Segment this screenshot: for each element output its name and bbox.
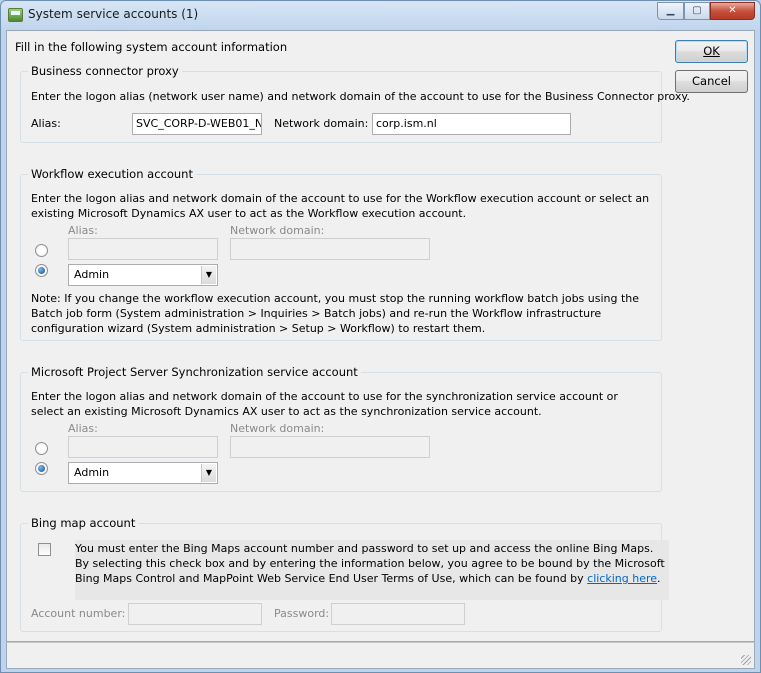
project-server-alias-input[interactable] xyxy=(68,436,218,458)
network-domain-input[interactable]: corp.ism.nl xyxy=(372,113,571,135)
project-server-manual-radio[interactable] xyxy=(35,442,48,455)
workflow-manual-radio[interactable] xyxy=(35,244,48,257)
password-label: Password: xyxy=(274,607,330,620)
title-bar[interactable]: System service accounts (1) ▁ ▢ ✕ xyxy=(1,1,760,29)
project-server-alias-label: Alias: xyxy=(68,422,98,435)
project-server-group: Microsoft Project Server Synchronization… xyxy=(20,365,662,492)
maximize-button[interactable]: ▢ xyxy=(684,2,710,20)
bing-agreement-body: You must enter the Bing Maps account num… xyxy=(75,542,665,585)
workflow-domain-label: Network domain: xyxy=(230,224,325,237)
workflow-domain-input[interactable] xyxy=(230,238,430,260)
bing-map-group: Bing map account You must enter the Bing… xyxy=(20,516,669,632)
workflow-alias-input[interactable] xyxy=(68,238,218,260)
bing-agreement-checkbox[interactable] xyxy=(38,543,51,556)
ok-button[interactable]: OK xyxy=(675,40,748,63)
bing-agreement-panel: You must enter the Bing Maps account num… xyxy=(75,540,669,600)
account-number-input[interactable] xyxy=(128,603,262,625)
close-button[interactable]: ✕ xyxy=(710,2,755,20)
workflow-note: Note: If you change the workflow executi… xyxy=(31,292,640,335)
dialog-window: System service accounts (1) ▁ ▢ ✕ Fill i… xyxy=(0,0,761,673)
chevron-down-icon[interactable]: ▼ xyxy=(201,266,216,284)
app-icon xyxy=(8,8,23,22)
workflow-description: Enter the logon alias and network domain… xyxy=(31,192,650,220)
workflow-user-select[interactable]: Admin ▼ xyxy=(68,264,218,286)
project-server-domain-input[interactable] xyxy=(230,436,430,458)
workflow-group: Workflow execution account Enter the log… xyxy=(20,167,662,341)
business-connector-legend: Business connector proxy xyxy=(28,64,182,78)
project-server-user-radio[interactable] xyxy=(35,462,48,475)
dialog-body: Fill in the following system account inf… xyxy=(6,30,755,642)
workflow-alias-label: Alias: xyxy=(68,224,98,237)
window-title: System service accounts (1) xyxy=(28,7,199,21)
intro-text: Fill in the following system account inf… xyxy=(15,40,288,54)
bing-agreement-end: . xyxy=(657,572,661,585)
business-connector-group: Business connector proxy Enter the logon… xyxy=(20,64,690,143)
workflow-user-value: Admin xyxy=(74,268,110,281)
minimize-button[interactable]: ▁ xyxy=(657,2,684,20)
project-server-legend: Microsoft Project Server Synchronization… xyxy=(28,365,361,379)
project-server-user-value: Admin xyxy=(74,466,110,479)
project-server-domain-label: Network domain: xyxy=(230,422,325,435)
password-input[interactable] xyxy=(331,603,465,625)
account-number-label: Account number: xyxy=(31,607,126,620)
workflow-legend: Workflow execution account xyxy=(28,167,196,181)
ok-button-label: OK xyxy=(703,44,720,58)
alias-label: Alias: xyxy=(31,117,61,130)
bing-terms-link[interactable]: clicking here xyxy=(587,572,657,585)
project-server-description: Enter the logon alias and network domain… xyxy=(31,390,618,418)
workflow-user-radio[interactable] xyxy=(35,264,48,277)
bing-map-legend: Bing map account xyxy=(28,516,139,530)
network-domain-label: Network domain: xyxy=(274,117,369,130)
status-bar xyxy=(6,642,755,669)
project-server-user-select[interactable]: Admin ▼ xyxy=(68,462,218,484)
alias-input[interactable]: SVC_CORP-D-WEB01_N xyxy=(132,113,262,135)
business-connector-description: Enter the logon alias (network user name… xyxy=(31,90,690,103)
resize-grip-icon[interactable] xyxy=(741,655,751,665)
chevron-down-icon[interactable]: ▼ xyxy=(201,464,216,482)
bing-agreement-text: You must enter the Bing Maps account num… xyxy=(75,541,665,586)
